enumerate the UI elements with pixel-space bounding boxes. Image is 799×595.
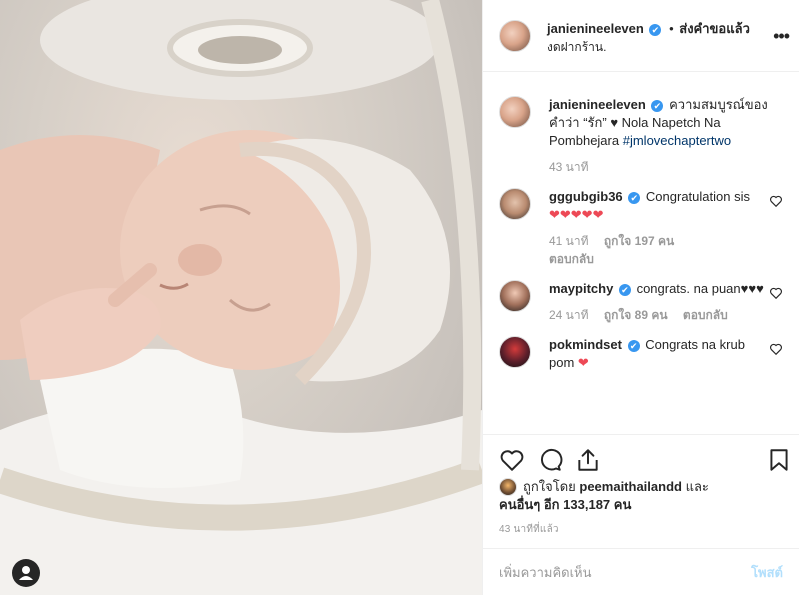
post-header: janienineeleven ✔ • ส่งคำขอแล้ว งดฝากร้า…: [483, 0, 799, 72]
likes-prefix: ถูกใจโดย: [523, 479, 576, 494]
caption-username[interactable]: janienineeleven: [549, 97, 646, 112]
likes-and: และ: [685, 479, 709, 494]
post-comment-button[interactable]: โพสต์: [751, 562, 783, 583]
comment-item: maypitchy ✔ congrats. na puan♥♥♥ 24 นาที…: [499, 280, 783, 324]
comment-time[interactable]: 41 นาที: [549, 234, 589, 248]
author-username[interactable]: janienineeleven: [547, 21, 644, 36]
author-avatar[interactable]: [499, 20, 531, 52]
separator-dot: •: [669, 21, 674, 36]
comment-likes[interactable]: ถูกใจ 197 คน: [604, 234, 674, 248]
share-icon[interactable]: [575, 447, 601, 473]
comment-emoji-hearts: ❤: [577, 355, 589, 370]
likes-others-link[interactable]: คนอื่นๆ อีก 133,187 คน: [499, 496, 791, 514]
post-sidebar: janienineeleven ✔ • ส่งคำขอแล้ว งดฝากร้า…: [482, 0, 799, 595]
follow-requested-button[interactable]: ส่งคำขอแล้ว: [679, 21, 750, 36]
comment-like-heart-icon[interactable]: [769, 286, 783, 300]
likes-summary: ถูกใจโดย peemaithailandd และ คนอื่นๆ อีก…: [499, 478, 791, 514]
comment-reply-button[interactable]: ตอบกลับ: [549, 250, 769, 268]
verified-badge-icon: ✔: [628, 191, 641, 204]
liker-username[interactable]: peemaithailandd: [579, 479, 682, 494]
add-comment-bar: เพิ่มความคิดเห็น โพสต์: [483, 548, 799, 595]
comment-reply-button[interactable]: ตอบกลับ: [683, 308, 728, 322]
user-tag-icon: [19, 566, 33, 580]
verified-badge-icon: ✔: [618, 283, 631, 296]
header-text: janienineeleven ✔ • ส่งคำขอแล้ว งดฝากร้า…: [547, 20, 750, 56]
caption-avatar[interactable]: [499, 96, 531, 128]
commenter-avatar[interactable]: [499, 280, 531, 312]
commenter-avatar[interactable]: [499, 336, 531, 368]
newborn-baby-photo: [0, 0, 482, 595]
comment-item: gggubgib36 ✔ Congratulation sis ❤❤❤❤❤ 41…: [499, 188, 783, 268]
comment-like-heart-icon[interactable]: [769, 342, 783, 356]
verified-badge-icon: ✔: [649, 23, 662, 36]
comment-username[interactable]: gggubgib36: [549, 189, 623, 204]
comment-text: congrats. na puan♥♥♥: [636, 281, 764, 296]
comment-item: pokmindset ✔ Congrats na krub pom ❤: [499, 336, 783, 372]
caption: janienineeleven ✔ ความสมบูรณ์ของคำว่า “ร…: [499, 96, 783, 176]
comment-username[interactable]: pokmindset: [549, 337, 622, 352]
comment-like-heart-icon[interactable]: [769, 194, 783, 208]
comment-likes[interactable]: ถูกใจ 89 คน: [604, 308, 668, 322]
liker-avatar[interactable]: [499, 478, 517, 496]
caption-hashtag[interactable]: #jmlovechaptertwo: [623, 133, 731, 148]
add-comment-input[interactable]: เพิ่มความคิดเห็น: [499, 562, 592, 583]
post-timestamp[interactable]: 43 นาทีที่แล้ว: [499, 522, 559, 537]
post-photo[interactable]: [0, 0, 482, 595]
comment-username[interactable]: maypitchy: [549, 281, 613, 296]
caption-time[interactable]: 43 นาที: [549, 160, 589, 174]
commenter-avatar[interactable]: [499, 188, 531, 220]
heart-outline-icon[interactable]: [499, 447, 525, 473]
comment-bubble-icon[interactable]: [537, 447, 563, 473]
comment-time[interactable]: 24 นาที: [549, 308, 589, 322]
more-options-icon[interactable]: •••: [773, 26, 790, 47]
action-bar: [483, 434, 799, 476]
comment-emoji-hearts: ❤❤❤❤❤: [549, 207, 604, 222]
instagram-post: janienineeleven ✔ • ส่งคำขอแล้ว งดฝากร้า…: [0, 0, 799, 595]
comments-list[interactable]: janienineeleven ✔ ความสมบูรณ์ของคำว่า “ร…: [483, 72, 799, 434]
post-location[interactable]: งดฝากร้าน.: [547, 38, 750, 56]
verified-badge-icon: ✔: [651, 99, 664, 112]
bookmark-icon[interactable]: [766, 447, 792, 473]
comment-text: Congratulation sis: [645, 189, 750, 204]
user-tag-button[interactable]: [12, 559, 40, 587]
verified-badge-icon: ✔: [627, 339, 640, 352]
